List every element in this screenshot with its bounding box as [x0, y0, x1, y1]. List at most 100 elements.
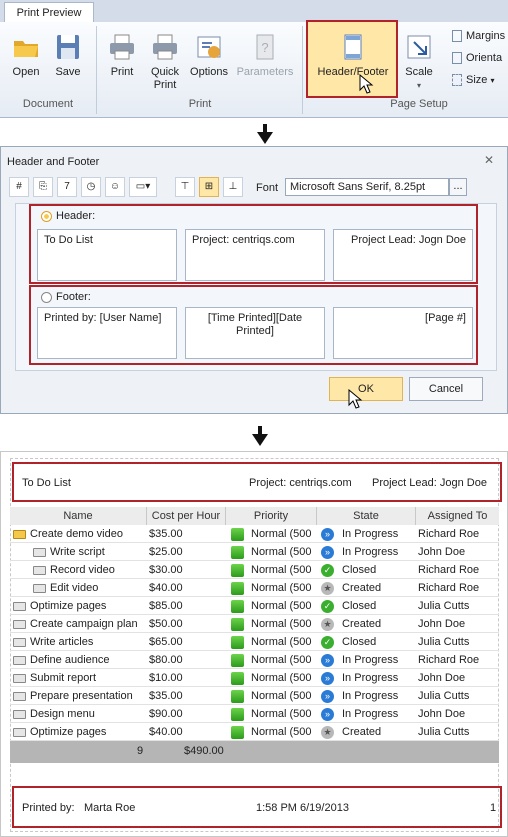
font-field[interactable]: Microsoft Sans Serif, 8.25pt: [285, 178, 449, 196]
task-priority: Normal (500: [251, 636, 312, 648]
folder-icon: [13, 620, 26, 629]
svg-text:?: ?: [261, 40, 268, 55]
open-label: Open: [12, 66, 40, 78]
task-cost: $50.00: [149, 618, 183, 630]
task-state: Closed: [342, 600, 377, 612]
in-progress-icon: »: [321, 708, 334, 721]
task-name: Record video: [50, 564, 115, 576]
task-priority: Normal (500: [251, 618, 312, 630]
folder-icon: [13, 710, 26, 719]
task-assigned: Richard Roe: [418, 654, 480, 666]
task-priority: Normal (500: [251, 546, 312, 558]
page-count-icon[interactable]: ⎘: [33, 177, 53, 197]
margins-button[interactable]: Margins: [452, 30, 505, 43]
save-button[interactable]: Save: [50, 32, 86, 79]
align-top-icon[interactable]: ⊤: [175, 177, 195, 197]
priority-icon: [231, 636, 244, 649]
task-name: Write articles: [30, 636, 94, 648]
page-header-right: Project Lead: Jogn Doe: [372, 477, 487, 489]
close-icon[interactable]: ✕: [484, 153, 494, 167]
page-footer-page: 1: [490, 802, 497, 814]
footer-center-field[interactable]: [Time Printed][Date Printed]: [185, 307, 325, 359]
task-priority: Normal (500: [251, 528, 312, 540]
quick-print-button[interactable]: Quick Print: [145, 32, 185, 92]
tab-print-preview[interactable]: Print Preview: [4, 2, 94, 23]
quick-printer-icon: [153, 34, 177, 60]
options-icon: [197, 36, 221, 58]
folder-icon: [33, 566, 46, 575]
task-assigned: Julia Cutts: [418, 690, 470, 702]
header-footer-button[interactable]: Header/Footer: [312, 32, 394, 79]
task-cost: $90.00: [149, 708, 183, 720]
task-cost: $85.00: [149, 600, 183, 612]
mouse-cursor-icon: [348, 389, 363, 409]
parameters-button[interactable]: ? Parameters: [234, 32, 296, 79]
priority-icon: [231, 582, 244, 595]
task-state: In Progress: [342, 546, 399, 558]
cancel-button[interactable]: Cancel: [409, 377, 483, 401]
task-priority: Normal (500: [251, 726, 312, 738]
task-state: Created: [342, 582, 382, 594]
quick-print-label: Quick Print: [150, 66, 180, 91]
open-button[interactable]: Open: [8, 32, 44, 79]
page-footer-date: 6/19/2013: [300, 802, 349, 814]
task-name: Create demo video: [30, 528, 123, 540]
task-name: Edit video: [50, 582, 99, 594]
options-button[interactable]: Options: [188, 32, 230, 79]
task-cost: $25.00: [149, 546, 183, 558]
folder-icon: [33, 584, 46, 593]
footer-right-field[interactable]: [Page #]: [333, 307, 473, 359]
font-browse-button[interactable]: ...: [449, 178, 467, 196]
task-cost: $80.00: [149, 654, 183, 666]
header-footer-label: Header/Footer: [317, 66, 389, 78]
user-name-icon[interactable]: ☺: [105, 177, 125, 197]
in-progress-icon: »: [321, 654, 334, 667]
header-right-field[interactable]: Project Lead: Jogn Doe: [333, 229, 473, 281]
margins-icon: [452, 30, 462, 43]
task-assigned: Richard Roe: [418, 582, 480, 594]
footer-radio[interactable]: [41, 292, 52, 303]
page-number-icon[interactable]: #: [9, 177, 29, 197]
task-state: Created: [342, 618, 382, 630]
folder-icon: [13, 530, 26, 539]
header-center-field[interactable]: Project: centriqs.com: [185, 229, 325, 281]
orientation-icon: [452, 52, 462, 65]
image-dropdown-icon[interactable]: ▭▾: [129, 177, 157, 197]
footer-left-field[interactable]: Printed by: [User Name]: [37, 307, 177, 359]
clock-icon[interactable]: ◷: [81, 177, 101, 197]
column-header-assigned: Assigned To: [416, 507, 499, 525]
date-icon[interactable]: 7: [57, 177, 77, 197]
align-bottom-icon[interactable]: ⊥: [223, 177, 243, 197]
task-cost: $10.00: [149, 672, 183, 684]
folder-icon: [13, 638, 26, 647]
print-button[interactable]: Print: [104, 32, 140, 79]
size-dropdown-icon: ▾: [490, 76, 495, 85]
orientation-label: Orienta: [466, 52, 503, 64]
task-assigned: John Doe: [418, 546, 466, 558]
task-cost: $35.00: [149, 528, 183, 540]
page-footer-printed-by: Printed by:: [22, 802, 75, 814]
page-header-center: Project: centriqs.com: [249, 477, 352, 489]
priority-icon: [231, 546, 244, 559]
printer-icon: [110, 34, 134, 60]
checkmark-icon: ✓: [321, 564, 334, 577]
mouse-cursor-icon: [359, 74, 374, 94]
header-label: Header:: [56, 210, 96, 222]
header-left-field[interactable]: To Do List: [37, 229, 177, 281]
in-progress-icon: »: [321, 672, 334, 685]
size-button[interactable]: Size ▾: [452, 74, 495, 87]
in-progress-icon: »: [321, 546, 334, 559]
star-icon: ★: [321, 582, 334, 595]
ok-button[interactable]: OK: [329, 377, 403, 401]
task-state: In Progress: [342, 690, 399, 702]
priority-icon: [231, 654, 244, 667]
task-cost: $35.00: [149, 690, 183, 702]
print-label: Print: [110, 66, 134, 78]
align-middle-icon[interactable]: ⊞: [199, 177, 219, 197]
header-radio[interactable]: [41, 211, 52, 222]
task-name: Submit report: [30, 672, 97, 684]
scale-button[interactable]: Scale ▾: [402, 32, 436, 92]
column-header-state: State: [317, 507, 416, 525]
task-priority: Normal (500: [251, 582, 312, 594]
orientation-button[interactable]: Orienta: [452, 52, 503, 65]
